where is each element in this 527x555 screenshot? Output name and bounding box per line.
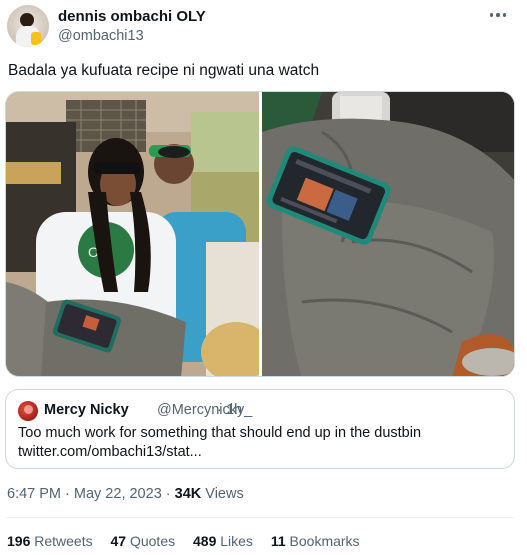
likes-stat[interactable]: 489 Likes bbox=[193, 533, 253, 549]
tweet-photo-1[interactable]: O1 bbox=[6, 92, 259, 376]
quotes-count: 47 bbox=[110, 533, 127, 549]
meta-separator: · bbox=[61, 486, 74, 502]
retweets-count: 196 bbox=[7, 533, 31, 549]
divider bbox=[5, 517, 515, 518]
bookmarks-stat[interactable]: 11 Bookmarks bbox=[271, 533, 360, 549]
ellipsis-icon bbox=[489, 13, 494, 17]
views-label: Views bbox=[201, 486, 244, 502]
likes-count: 489 bbox=[193, 533, 217, 549]
quotes-label: Quotes bbox=[129, 533, 176, 549]
quoted-text-line-1: Too much work for something that should … bbox=[18, 425, 422, 441]
quoted-author-avatar bbox=[18, 401, 38, 421]
meta-separator: · bbox=[161, 486, 175, 502]
tweet-metadata: 6:47 PM · May 22, 2023 · 34K Views bbox=[7, 486, 244, 502]
bookmarks-label: Bookmarks bbox=[289, 533, 360, 549]
author-avatar[interactable] bbox=[7, 5, 49, 47]
author-display-name[interactable]: dennis ombachi OLY bbox=[58, 8, 206, 25]
quoted-text: Too much work for something that should … bbox=[18, 424, 508, 462]
retweets-stat[interactable]: 196 Retweets bbox=[7, 533, 93, 549]
tweet-photo-2[interactable] bbox=[262, 92, 514, 376]
quoted-text-link[interactable]: twitter.com/ombachi13/stat... bbox=[18, 443, 508, 462]
media-grid: O1 bbox=[5, 91, 515, 377]
tweet: dennis ombachi OLY @ombachi13 Badala ya … bbox=[0, 0, 527, 555]
bookmarks-count: 11 bbox=[270, 533, 286, 549]
more-options-button[interactable] bbox=[484, 5, 512, 25]
quoted-tweet[interactable]: Mercy Nicky @Mercynicky_ · 1h Too much w… bbox=[5, 389, 515, 469]
quoted-author-name: Mercy Nicky bbox=[44, 402, 129, 418]
quotes-stat[interactable]: 47 Quotes bbox=[111, 533, 176, 549]
retweets-label: Retweets bbox=[34, 533, 93, 549]
tweet-time[interactable]: 6:47 PM bbox=[7, 486, 61, 502]
tweet-text: Badala ya kufuata recipe ni ngwati una w… bbox=[8, 62, 320, 79]
tweet-date[interactable]: May 22, 2023 bbox=[74, 486, 162, 502]
quoted-separator: · bbox=[217, 402, 222, 418]
likes-label: Likes bbox=[220, 533, 253, 549]
author-handle[interactable]: @ombachi13 bbox=[58, 28, 144, 44]
quoted-time: 1h bbox=[226, 402, 243, 418]
views-count: 34K bbox=[174, 486, 202, 502]
engagement-stats: 196 Retweets 47 Quotes 489 Likes 11 Book… bbox=[7, 533, 374, 549]
